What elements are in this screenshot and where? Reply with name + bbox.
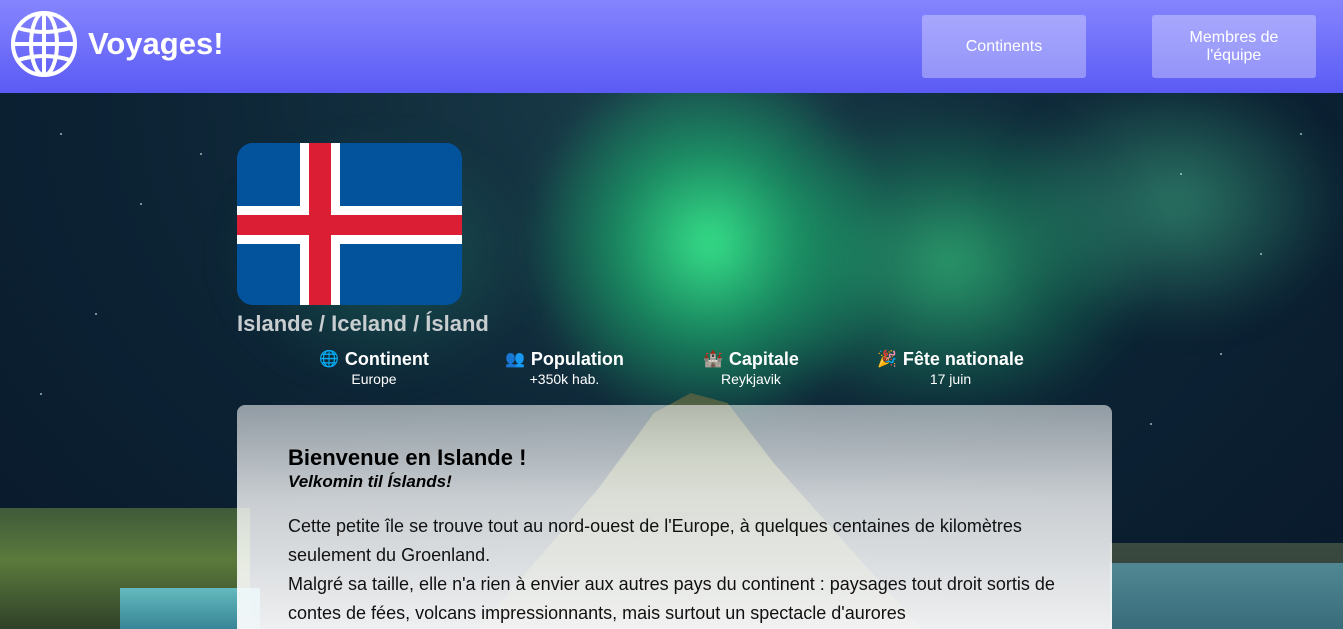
fact-value: Europe — [351, 371, 397, 387]
party-popper-icon: 🎉 — [877, 350, 897, 368]
fact-national-day: 🎉 Fête nationale 17 juin — [877, 349, 1024, 387]
fact-label: Population — [530, 349, 624, 369]
globe-icon: 🌐 — [319, 350, 339, 368]
country-name: Islande / Iceland / Ísland — [237, 311, 489, 336]
content-paragraph: Malgré sa taille, elle n'a rien à envier… — [288, 574, 1055, 623]
content-card: Bienvenue en Islande ! Velkomin til Ísla… — [237, 405, 1112, 629]
fact-capital: 🏰 Capitale Reykjavik — [703, 349, 799, 387]
fact-label: Capitale — [728, 349, 799, 369]
nav-continents-button[interactable]: Continents — [922, 15, 1086, 78]
fact-label: Fête nationale — [902, 349, 1024, 369]
castle-icon: 🏰 — [703, 350, 723, 368]
fact-label: Continent — [344, 349, 429, 369]
site-header: Voyages! Continents Membres de l'équipe — [0, 0, 1343, 93]
fact-value: +350k hab. — [529, 371, 600, 387]
fact-population: 👥 Population +350k hab. — [505, 349, 624, 387]
fact-continent: 🌐 Continent Europe — [319, 349, 429, 387]
fact-value: Reykjavik — [721, 371, 781, 387]
content-paragraph: Cette petite île se trouve tout au nord-… — [288, 516, 1022, 565]
iceland-flag — [237, 143, 462, 305]
people-icon: 👥 — [505, 350, 525, 368]
globe-icon[interactable] — [10, 10, 78, 78]
content-subheading: Velkomin til Íslands! — [288, 472, 452, 491]
fact-value: 17 juin — [929, 371, 972, 387]
site-title[interactable]: Voyages! — [88, 26, 224, 62]
content-heading: Bienvenue en Islande ! — [288, 445, 527, 470]
nav-team-members-button[interactable]: Membres de l'équipe — [1152, 15, 1316, 78]
